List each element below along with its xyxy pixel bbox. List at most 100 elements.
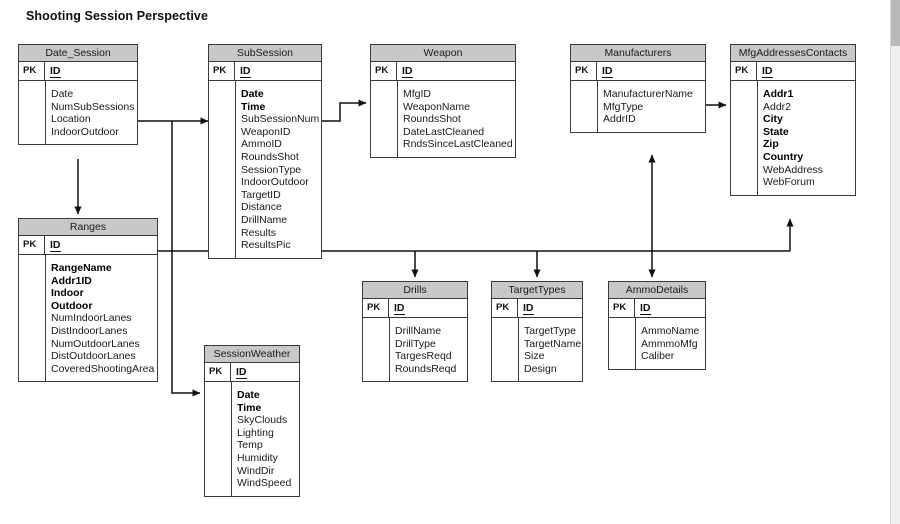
attribute-row: DrillType — [395, 337, 436, 350]
attribute-list: RangeName Addr1ID Indoor Outdoor NumIndoorLa… — [46, 255, 158, 381]
attribute-gutter — [209, 81, 236, 258]
attribute-body: Addr1 Addr2 City State Zip Country WebAddress W… — [731, 81, 855, 195]
attribute-row: WebAddress — [763, 163, 823, 176]
pk-field-text: ID — [602, 65, 613, 78]
attribute-row: SessionType — [241, 163, 302, 176]
attribute-row: City — [763, 113, 783, 126]
primary-key-row: PK ID — [492, 299, 582, 318]
entity-weapon[interactable]: Weapon PK ID MfgID WeaponName RoundsShot DateL… — [370, 44, 516, 158]
pk-field-text: ID — [50, 239, 61, 252]
attribute-row: WeaponName — [403, 100, 470, 113]
attribute-row: DistIndoorLanes — [51, 324, 128, 337]
attribute-row: Country — [763, 150, 804, 163]
entity-targettypes[interactable]: TargetTypes PK ID TargetType TargetName Size D… — [491, 281, 585, 383]
attribute-row: Addr1 — [763, 88, 794, 100]
attribute-list: MfgID WeaponName RoundsShot DateLastCleaned… — [398, 81, 517, 157]
primary-key-row: PK ID — [371, 62, 515, 81]
attribute-row: WindDir — [237, 464, 275, 477]
primary-key-row: PK ID — [363, 299, 467, 318]
entity-title-drills: Drills — [363, 282, 467, 299]
pk-label: PK — [371, 62, 397, 80]
attribute-row: ManufacturerName — [603, 88, 693, 100]
pk-field-name: ID — [757, 62, 855, 80]
attribute-body: Date NumSubSessions Location IndoorOutdoor — [19, 81, 138, 145]
entity-subsession[interactable]: SubSession PK ID Date Time SubSessionNum Weapo… — [208, 44, 322, 259]
entity-ammodetails[interactable]: AmmoDetails PK ID AmmoName AmmmoMfg Caliber — [608, 281, 706, 370]
attribute-row: SubSessionNum — [241, 113, 320, 126]
attribute-row: AmmoName — [641, 325, 700, 337]
attribute-row: Results — [241, 226, 277, 239]
attribute-row: DistOutdoorLanes — [51, 350, 136, 363]
attribute-row: TargetType — [524, 325, 576, 337]
pk-field-name: ID — [231, 363, 299, 381]
pk-field-text: ID — [240, 65, 251, 78]
pk-field-text: ID — [523, 302, 534, 315]
entity-title-weapon: Weapon — [371, 45, 515, 62]
attribute-list: Date Time SkyClouds Lighting Temp Humidity Win… — [232, 382, 299, 496]
attribute-row: Size — [524, 350, 545, 363]
entity-title-targettypes: TargetTypes — [492, 282, 582, 299]
attribute-row: RangeName — [51, 262, 112, 274]
entity-sessionweather[interactable]: SessionWeather PK ID Date Time SkyClouds Light… — [204, 345, 300, 497]
attribute-row: WebForum — [763, 176, 815, 189]
attribute-body: TargetType TargetName Size Design — [492, 318, 585, 382]
attribute-list: Date NumSubSessions Location IndoorOutdoor — [46, 81, 138, 144]
entity-title-date_session: Date_Session — [19, 45, 137, 62]
attribute-row: RoundsShot — [403, 113, 461, 126]
attribute-row: Lighting — [237, 426, 274, 439]
entity-title-mfgaddressescontacts: MfgAddressesContacts — [731, 45, 855, 62]
attribute-row: Addr1ID — [51, 274, 92, 287]
edge-subsession-weapon — [322, 99, 367, 122]
attribute-gutter — [371, 81, 398, 157]
pk-field-name: ID — [518, 299, 582, 317]
attribute-gutter — [19, 255, 46, 382]
attribute-body: ManufacturerName MfgType AddrID — [571, 81, 705, 132]
pk-label: PK — [571, 62, 597, 80]
pk-field-name: ID — [45, 62, 137, 80]
entity-ranges[interactable]: Ranges PK ID RangeName Addr1ID Indoor Outdoor N… — [18, 218, 158, 383]
pk-field-text: ID — [50, 65, 61, 78]
vertical-scrollbar-thumb[interactable] — [891, 0, 900, 46]
pk-label: PK — [19, 62, 45, 80]
attribute-row: Zip — [763, 138, 779, 151]
attribute-row: MfgID — [403, 88, 432, 100]
pk-field-text: ID — [640, 302, 651, 315]
attribute-row: TargetID — [241, 188, 281, 201]
attribute-row: AmmoID — [241, 138, 282, 151]
attribute-row: TargesReqd — [395, 350, 452, 363]
attribute-row: Distance — [241, 201, 282, 214]
primary-key-row: PK ID — [205, 363, 299, 382]
attribute-row: ResultsPic — [241, 239, 291, 252]
entity-mfgaddressescontacts[interactable]: MfgAddressesContacts PK ID Addr1 Addr2 City St… — [730, 44, 856, 196]
entity-drills[interactable]: Drills PK ID DrillName DrillType TargesReqd Ro… — [362, 281, 468, 383]
pk-field-name: ID — [45, 236, 157, 254]
attribute-list: DrillName DrillType TargesReqd RoundsReqd — [390, 318, 467, 381]
attribute-body: MfgID WeaponName RoundsShot DateLastCleaned… — [371, 81, 515, 157]
attribute-row: Date — [237, 389, 260, 401]
attribute-row: Design — [524, 362, 557, 375]
attribute-list: Addr1 Addr2 City State Zip Country WebAddress W… — [758, 81, 855, 195]
attribute-list: TargetType TargetName Size Design — [519, 318, 585, 381]
vertical-scrollbar[interactable] — [890, 0, 900, 524]
attribute-row: IndoorOutdoor — [241, 176, 309, 189]
er-diagram-canvas: Shooting Session Perspective Date_Sessio… — [0, 0, 900, 524]
attribute-row: NumSubSessions — [51, 100, 135, 113]
attribute-gutter — [19, 81, 46, 145]
primary-key-row: PK ID — [19, 236, 157, 255]
attribute-body: Date Time SkyClouds Lighting Temp Humidity Win… — [205, 382, 299, 496]
page-title: Shooting Session Perspective — [26, 9, 209, 23]
entity-date_session[interactable]: Date_Session PK ID Date NumSubSessions Locati… — [18, 44, 138, 146]
attribute-gutter — [205, 382, 232, 496]
attribute-row: Caliber — [641, 350, 675, 363]
attribute-row: DrillName — [395, 325, 442, 337]
pk-label: PK — [731, 62, 757, 80]
attribute-gutter — [492, 318, 519, 382]
attribute-gutter — [571, 81, 598, 132]
entity-manufacturers[interactable]: Manufacturers PK ID ManufacturerName MfgType… — [570, 44, 706, 133]
attribute-list: ManufacturerName MfgType AddrID — [598, 81, 705, 132]
attribute-gutter — [363, 318, 390, 382]
attribute-row: NumOutdoorLanes — [51, 337, 140, 350]
pk-field-text: ID — [762, 65, 773, 78]
pk-field-name: ID — [397, 62, 515, 80]
primary-key-row: PK ID — [731, 62, 855, 81]
